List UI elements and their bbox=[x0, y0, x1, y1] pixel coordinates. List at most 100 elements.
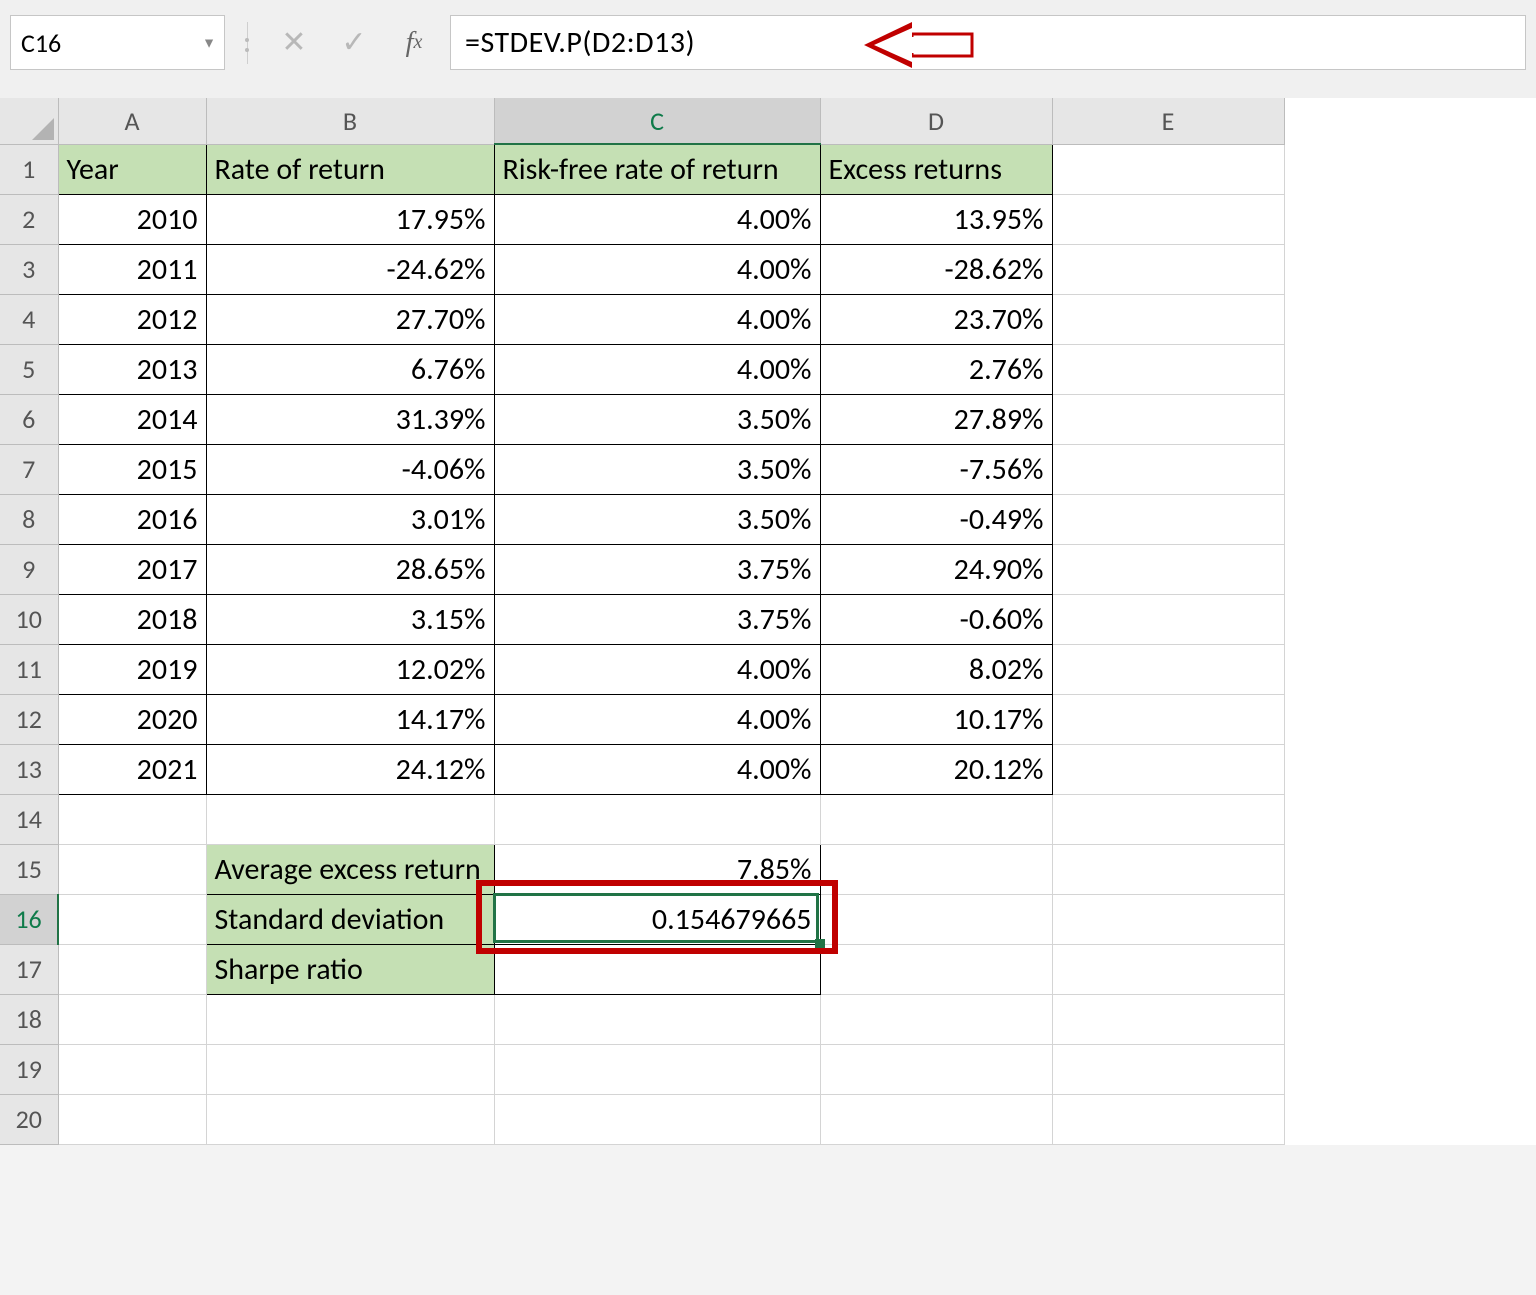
cell-B5[interactable]: 6.76% bbox=[206, 344, 494, 394]
cell-B17[interactable]: Sharpe ratio bbox=[206, 944, 494, 994]
row-header-13[interactable]: 13 bbox=[0, 744, 58, 794]
cell-A16[interactable] bbox=[58, 894, 206, 944]
cell-A10[interactable]: 2018 bbox=[58, 594, 206, 644]
row-header-11[interactable]: 11 bbox=[0, 644, 58, 694]
cell-C4[interactable]: 4.00% bbox=[494, 294, 820, 344]
cell-B15[interactable]: Average excess return bbox=[206, 844, 494, 894]
cell-C6[interactable]: 3.50% bbox=[494, 394, 820, 444]
cell-D7[interactable]: -7.56% bbox=[820, 444, 1052, 494]
col-header-B[interactable]: B bbox=[206, 98, 494, 144]
cell-A5[interactable]: 2013 bbox=[58, 344, 206, 394]
row-header-19[interactable]: 19 bbox=[0, 1044, 58, 1094]
cell-C12[interactable]: 4.00% bbox=[494, 694, 820, 744]
cell-A4[interactable]: 2012 bbox=[58, 294, 206, 344]
name-box[interactable]: C16 ▼ bbox=[10, 15, 225, 70]
cell-A19[interactable] bbox=[58, 1044, 206, 1094]
row-header-8[interactable]: 8 bbox=[0, 494, 58, 544]
cell-B1[interactable]: Rate of return bbox=[206, 144, 494, 194]
cell-D17[interactable] bbox=[820, 944, 1052, 994]
row-header-9[interactable]: 9 bbox=[0, 544, 58, 594]
cell-D4[interactable]: 23.70% bbox=[820, 294, 1052, 344]
cell-A8[interactable]: 2016 bbox=[58, 494, 206, 544]
cell-A2[interactable]: 2010 bbox=[58, 194, 206, 244]
cell-D1[interactable]: Excess returns bbox=[820, 144, 1052, 194]
row-header-16[interactable]: 16 bbox=[0, 894, 58, 944]
cell-B4[interactable]: 27.70% bbox=[206, 294, 494, 344]
cell-B16[interactable]: Standard deviation bbox=[206, 894, 494, 944]
row-header-6[interactable]: 6 bbox=[0, 394, 58, 444]
cell-B13[interactable]: 24.12% bbox=[206, 744, 494, 794]
cell-E7[interactable] bbox=[1052, 444, 1284, 494]
row-header-12[interactable]: 12 bbox=[0, 694, 58, 744]
cell-C10[interactable]: 3.75% bbox=[494, 594, 820, 644]
cell-A13[interactable]: 2021 bbox=[58, 744, 206, 794]
cell-E11[interactable] bbox=[1052, 644, 1284, 694]
row-header-10[interactable]: 10 bbox=[0, 594, 58, 644]
cell-C8[interactable]: 3.50% bbox=[494, 494, 820, 544]
cell-D20[interactable] bbox=[820, 1094, 1052, 1144]
cell-D19[interactable] bbox=[820, 1044, 1052, 1094]
cell-C17[interactable] bbox=[494, 944, 820, 994]
cell-E3[interactable] bbox=[1052, 244, 1284, 294]
row-header-1[interactable]: 1 bbox=[0, 144, 58, 194]
cell-B19[interactable] bbox=[206, 1044, 494, 1094]
cell-E16[interactable] bbox=[1052, 894, 1284, 944]
col-header-D[interactable]: D bbox=[820, 98, 1052, 144]
cell-E17[interactable] bbox=[1052, 944, 1284, 994]
cell-C11[interactable]: 4.00% bbox=[494, 644, 820, 694]
cell-E15[interactable] bbox=[1052, 844, 1284, 894]
cell-B2[interactable]: 17.95% bbox=[206, 194, 494, 244]
cell-C1[interactable]: Risk-free rate of return bbox=[494, 144, 820, 194]
cell-E12[interactable] bbox=[1052, 694, 1284, 744]
cell-C9[interactable]: 3.75% bbox=[494, 544, 820, 594]
cell-C2[interactable]: 4.00% bbox=[494, 194, 820, 244]
cell-C16[interactable]: 0.154679665 bbox=[494, 894, 820, 944]
cell-A3[interactable]: 2011 bbox=[58, 244, 206, 294]
cell-C7[interactable]: 3.50% bbox=[494, 444, 820, 494]
spreadsheet[interactable]: ABCDE1YearRate of returnRisk-free rate o… bbox=[0, 98, 1536, 1145]
cell-E1[interactable] bbox=[1052, 144, 1284, 194]
cell-E2[interactable] bbox=[1052, 194, 1284, 244]
cell-C14[interactable] bbox=[494, 794, 820, 844]
cell-A14[interactable] bbox=[58, 794, 206, 844]
cell-A1[interactable]: Year bbox=[58, 144, 206, 194]
cell-C18[interactable] bbox=[494, 994, 820, 1044]
row-header-4[interactable]: 4 bbox=[0, 294, 58, 344]
cell-D18[interactable] bbox=[820, 994, 1052, 1044]
cell-A15[interactable] bbox=[58, 844, 206, 894]
row-header-17[interactable]: 17 bbox=[0, 944, 58, 994]
select-all-corner[interactable] bbox=[0, 98, 58, 144]
cell-D14[interactable] bbox=[820, 794, 1052, 844]
cell-D6[interactable]: 27.89% bbox=[820, 394, 1052, 444]
cell-A11[interactable]: 2019 bbox=[58, 644, 206, 694]
cell-B20[interactable] bbox=[206, 1094, 494, 1144]
cell-B14[interactable] bbox=[206, 794, 494, 844]
cell-A6[interactable]: 2014 bbox=[58, 394, 206, 444]
cell-E19[interactable] bbox=[1052, 1044, 1284, 1094]
cell-C13[interactable]: 4.00% bbox=[494, 744, 820, 794]
row-header-20[interactable]: 20 bbox=[0, 1094, 58, 1144]
row-header-18[interactable]: 18 bbox=[0, 994, 58, 1044]
row-header-7[interactable]: 7 bbox=[0, 444, 58, 494]
cell-D12[interactable]: 10.17% bbox=[820, 694, 1052, 744]
cell-B10[interactable]: 3.15% bbox=[206, 594, 494, 644]
cell-A20[interactable] bbox=[58, 1094, 206, 1144]
formula-input[interactable]: =STDEV.P(D2:D13) bbox=[450, 15, 1526, 70]
col-header-C[interactable]: C bbox=[494, 98, 820, 144]
cell-E20[interactable] bbox=[1052, 1094, 1284, 1144]
cell-B12[interactable]: 14.17% bbox=[206, 694, 494, 744]
cell-E8[interactable] bbox=[1052, 494, 1284, 544]
cell-D13[interactable]: 20.12% bbox=[820, 744, 1052, 794]
cell-B9[interactable]: 28.65% bbox=[206, 544, 494, 594]
cell-A12[interactable]: 2020 bbox=[58, 694, 206, 744]
name-box-dropdown-icon[interactable]: ▼ bbox=[202, 34, 216, 51]
row-header-14[interactable]: 14 bbox=[0, 794, 58, 844]
cell-D9[interactable]: 24.90% bbox=[820, 544, 1052, 594]
cell-C3[interactable]: 4.00% bbox=[494, 244, 820, 294]
cell-E14[interactable] bbox=[1052, 794, 1284, 844]
cell-A9[interactable]: 2017 bbox=[58, 544, 206, 594]
cell-B11[interactable]: 12.02% bbox=[206, 644, 494, 694]
col-header-E[interactable]: E bbox=[1052, 98, 1284, 144]
cell-E13[interactable] bbox=[1052, 744, 1284, 794]
cell-B18[interactable] bbox=[206, 994, 494, 1044]
